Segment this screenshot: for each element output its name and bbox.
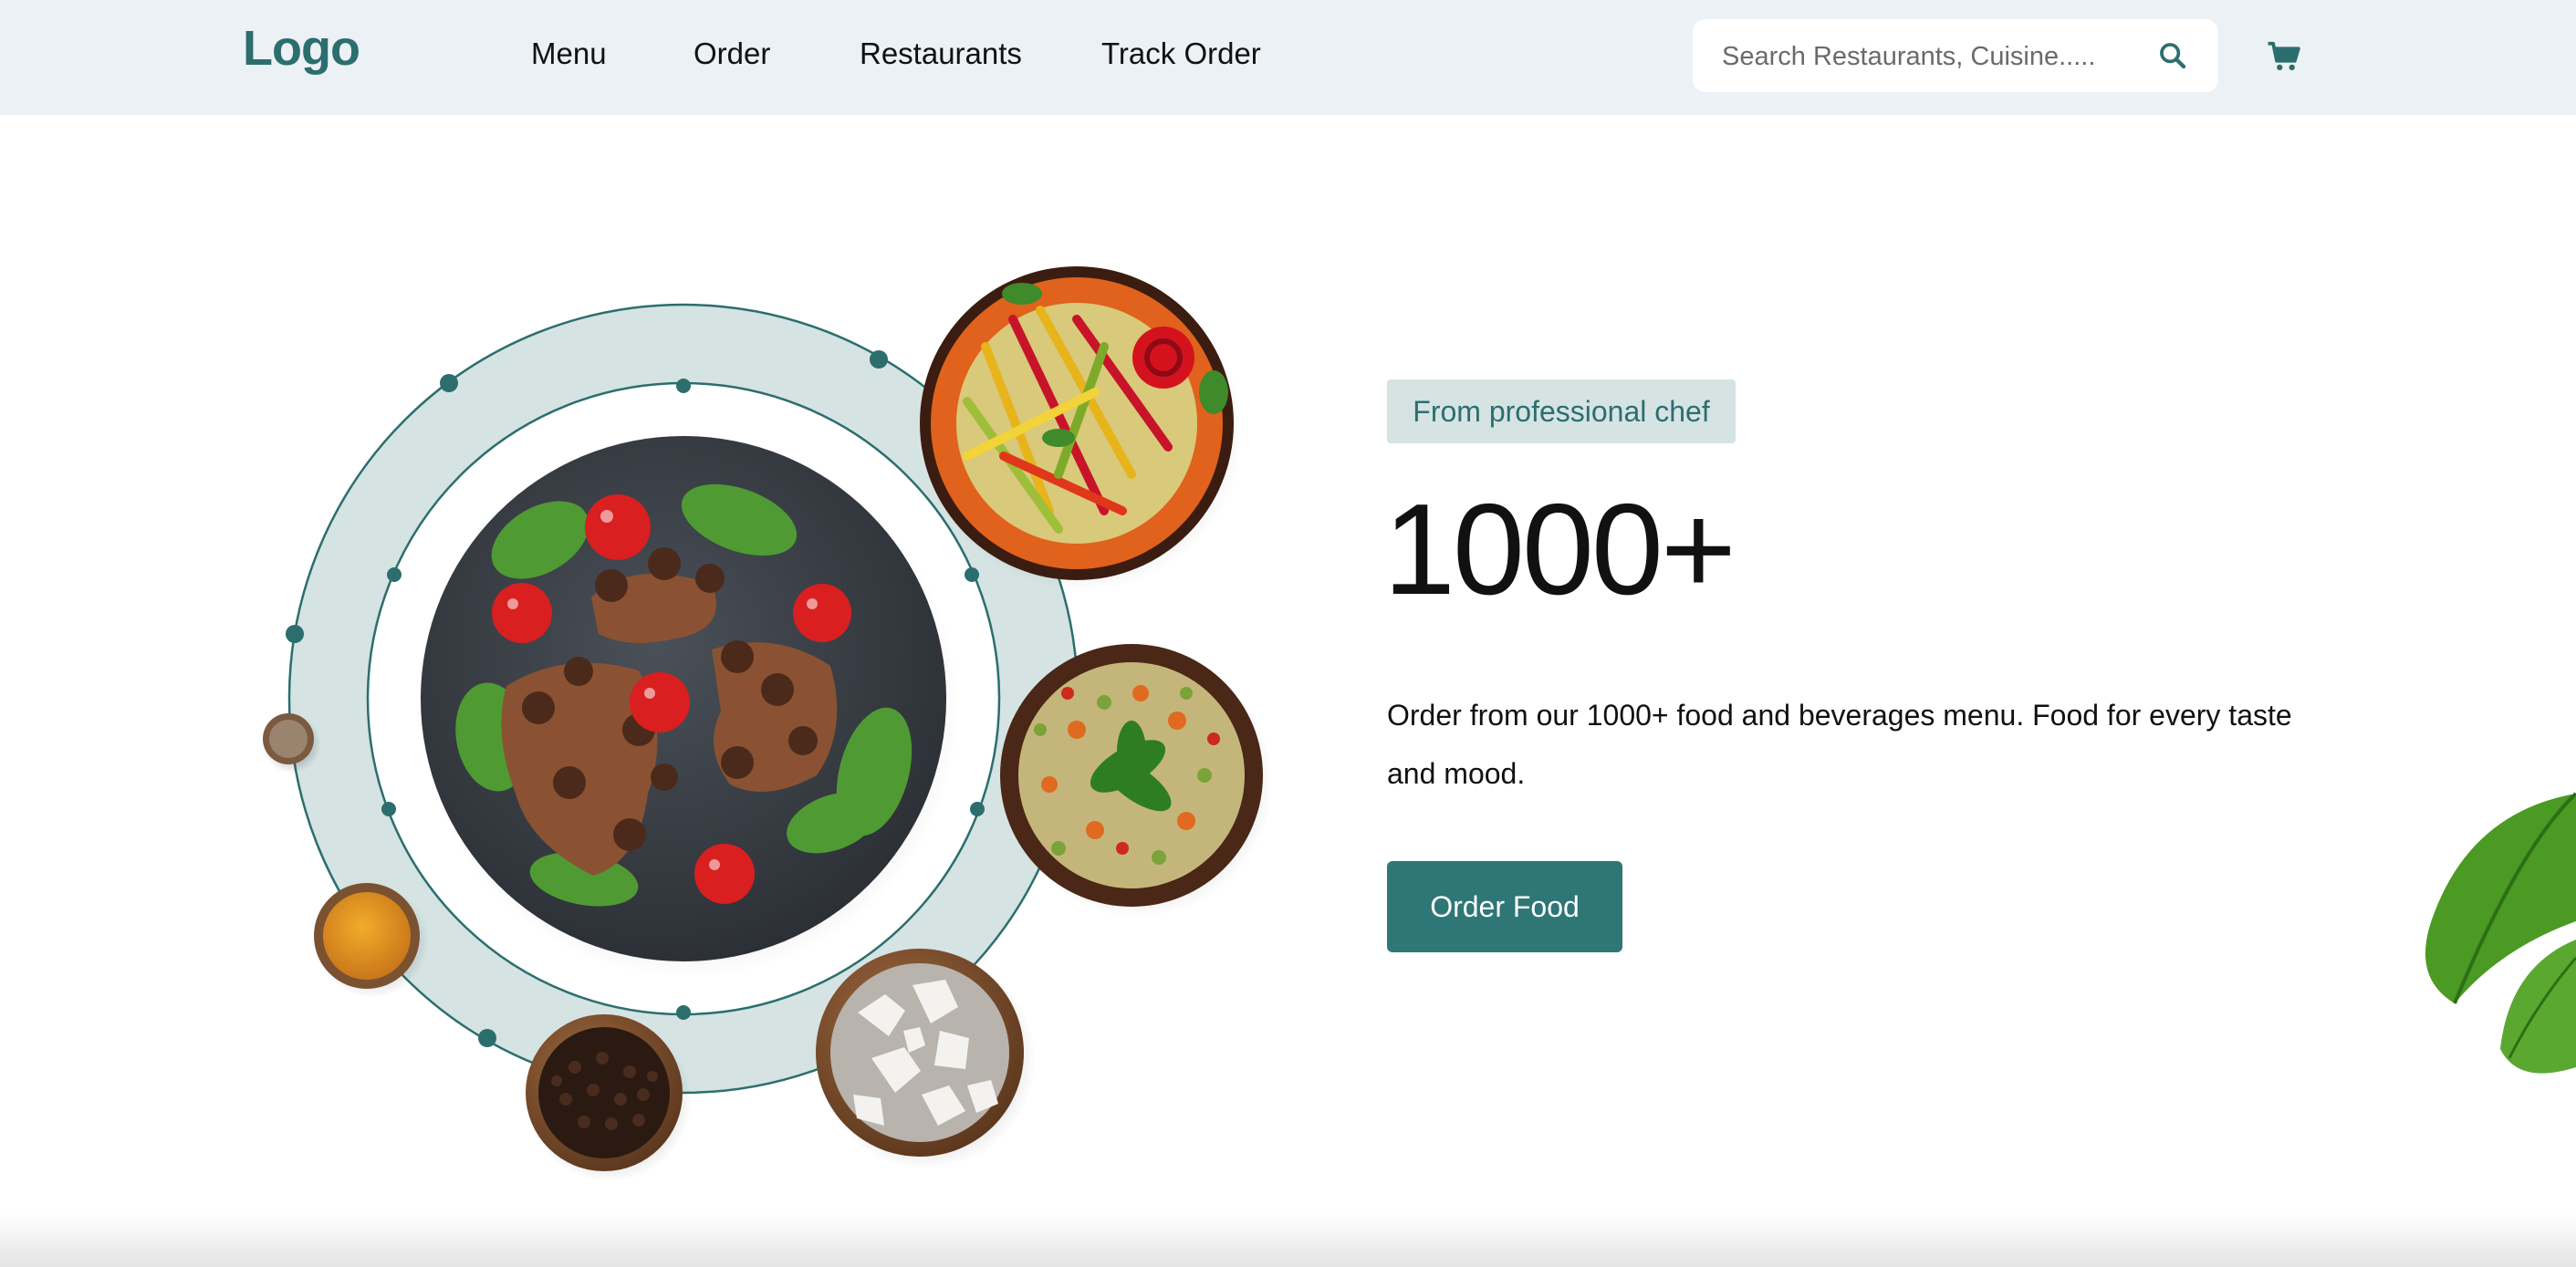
top-navigation-bar: Logo Menu Order Restaurants Track Order (0, 0, 2576, 115)
nav-menu[interactable]: Menu (531, 36, 607, 71)
order-food-button[interactable]: Order Food (1387, 861, 1622, 952)
salad-bowl (920, 266, 1243, 591)
leaf-decoration (2425, 792, 2576, 1074)
food-illustration (263, 266, 1273, 1182)
logo[interactable]: Logo (243, 20, 360, 77)
hero-description: Order from our 1000+ food and beverages … (1387, 699, 2292, 790)
vegetable-bowl (1000, 644, 1273, 918)
nav-restaurants[interactable]: Restaurants (860, 36, 1022, 71)
cart-icon[interactable] (2267, 40, 2301, 73)
salt-bowl (816, 949, 1036, 1169)
section-divider-shadow (0, 1213, 2576, 1267)
nav-track-order[interactable]: Track Order (1101, 36, 1261, 71)
nav-order[interactable]: Order (694, 36, 770, 71)
hero-headline: 1000+ (1383, 477, 1736, 622)
search-box (1693, 19, 2218, 92)
main-dish-plate (419, 436, 959, 978)
chef-badge: From professional chef (1387, 379, 1736, 443)
search-icon[interactable] (2157, 40, 2188, 71)
search-input[interactable] (1720, 36, 2125, 78)
